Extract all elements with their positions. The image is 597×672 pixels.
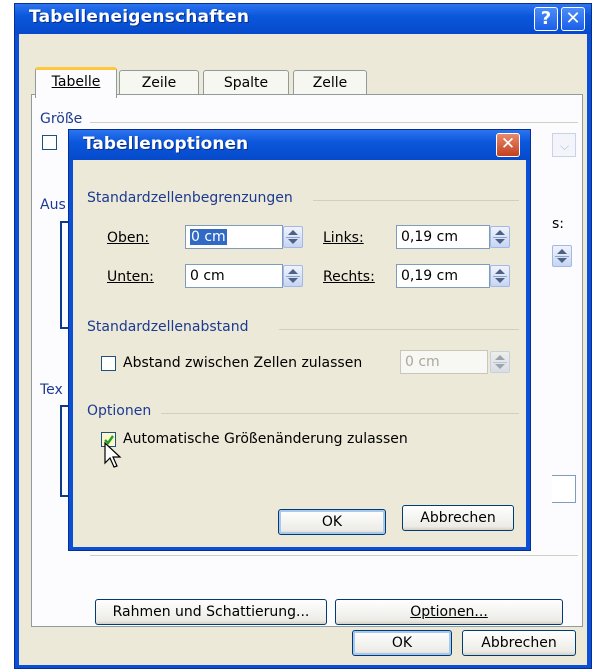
close-button[interactable]: ✕ — [561, 7, 585, 31]
group-divider — [90, 555, 578, 556]
right-margin-label: Rechts: — [323, 269, 375, 285]
size-group-label: Größe — [40, 111, 83, 127]
ok-button[interactable]: OK — [352, 630, 452, 656]
left-margin-value: 0,19 cm — [401, 229, 458, 245]
options-button[interactable]: Optionen... — [335, 599, 563, 625]
tab-cell[interactable]: Zelle — [293, 70, 367, 96]
title-bar[interactable]: Tabellenoptionen ✕ — [69, 130, 530, 160]
indent-label: s: — [552, 216, 565, 232]
spacing-checkbox[interactable] — [101, 356, 116, 371]
spin-up-icon — [495, 355, 505, 360]
top-margin-value: 0 cm — [190, 229, 227, 245]
spacing-value: 0 cm — [405, 354, 440, 370]
dialog-title: Tabelleneigenschaften — [29, 7, 250, 27]
close-button[interactable]: ✕ — [496, 133, 520, 157]
alignment-group-label: Aus — [40, 197, 66, 213]
borders-shading-button[interactable]: Rahmen und Schattierung... — [95, 599, 327, 625]
spin-up-icon — [288, 269, 298, 274]
group-divider — [279, 329, 519, 330]
position-field[interactable] — [552, 475, 576, 503]
top-margin-field[interactable]: 0 cm — [185, 225, 283, 249]
tab-cell-label: Zelle — [312, 75, 348, 91]
ok-label: OK — [391, 635, 413, 651]
ok-label: OK — [321, 514, 343, 530]
left-margin-field[interactable]: 0,19 cm — [396, 225, 490, 249]
dialog-body: Standardzellenbegrenzungen Oben: 0 cm Li… — [73, 160, 526, 547]
autoresize-checkbox-label[interactable]: Automatische Größenänderung zulassen — [123, 431, 408, 447]
ok-button[interactable]: OK — [278, 509, 386, 535]
bottom-margin-field[interactable]: 0 cm — [185, 264, 283, 288]
indent-spinner[interactable] — [552, 245, 572, 267]
cell-margins-group-label: Standardzellenbegrenzungen — [87, 190, 293, 206]
help-icon: ? — [540, 8, 552, 29]
mouse-cursor-icon — [104, 442, 122, 468]
cancel-button[interactable]: Abbrechen — [402, 505, 514, 531]
tab-column-label: Spalte — [223, 75, 269, 91]
group-divider — [90, 122, 578, 123]
table-options-dialog: Tabellenoptionen ✕ Standardzellenbegrenz… — [68, 129, 531, 551]
group-divider — [161, 413, 519, 414]
spin-up-icon — [557, 249, 567, 254]
close-icon: ✕ — [500, 134, 516, 154]
right-margin-value: 0,19 cm — [401, 268, 458, 284]
spacing-field[interactable]: 0 cm — [400, 350, 488, 374]
right-margin-field[interactable]: 0,19 cm — [396, 264, 490, 288]
tab-row-label: Zeile — [141, 75, 177, 91]
cancel-button[interactable]: Abbrechen — [462, 630, 576, 656]
left-margin-label: Links: — [323, 230, 364, 246]
tab-table-label: Tabelle — [51, 74, 101, 90]
spacing-spinner[interactable] — [490, 351, 510, 373]
right-margin-spinner[interactable] — [490, 265, 510, 287]
options-label: Optionen... — [410, 604, 488, 620]
close-icon: ✕ — [565, 8, 581, 29]
group-divider — [313, 200, 519, 201]
spin-up-icon — [288, 230, 298, 235]
spin-down-icon — [557, 258, 567, 263]
dialog-title: Tabellenoptionen — [83, 134, 249, 154]
bottom-margin-value: 0 cm — [190, 268, 225, 284]
cancel-label: Abbrechen — [481, 635, 557, 651]
options-group-label: Optionen — [87, 403, 152, 419]
text-wrap-group-label: Tex — [40, 382, 63, 398]
preferred-width-checkbox[interactable] — [42, 135, 57, 150]
tab-row[interactable]: Zeile — [119, 70, 199, 96]
dropdown-button[interactable]: ⌵ — [552, 133, 576, 157]
borders-shading-label: Rahmen und Schattierung... — [112, 604, 310, 620]
cell-spacing-group-label: Standardzellenabstand — [87, 319, 249, 335]
spacing-checkbox-label[interactable]: Abstand zwischen Zellen zulassen — [123, 355, 362, 371]
spin-down-icon — [495, 239, 505, 244]
top-margin-spinner[interactable] — [283, 226, 303, 248]
chevron-down-icon: ⌵ — [560, 139, 570, 153]
top-margin-label: Oben: — [107, 230, 150, 246]
title-bar[interactable]: Tabelleneigenschaften ? ✕ — [15, 4, 591, 34]
tab-column[interactable]: Spalte — [203, 70, 289, 96]
left-margin-spinner[interactable] — [490, 226, 510, 248]
cancel-label: Abbrechen — [420, 510, 496, 526]
spin-up-icon — [495, 269, 505, 274]
tab-table[interactable]: Tabelle — [35, 67, 117, 98]
spin-down-icon — [288, 278, 298, 283]
spin-down-icon — [495, 278, 505, 283]
spin-down-icon — [495, 364, 505, 369]
help-button[interactable]: ? — [534, 7, 558, 31]
spin-up-icon — [495, 230, 505, 235]
bottom-margin-spinner[interactable] — [283, 265, 303, 287]
bottom-margin-label: Unten: — [107, 269, 154, 285]
spin-down-icon — [288, 239, 298, 244]
